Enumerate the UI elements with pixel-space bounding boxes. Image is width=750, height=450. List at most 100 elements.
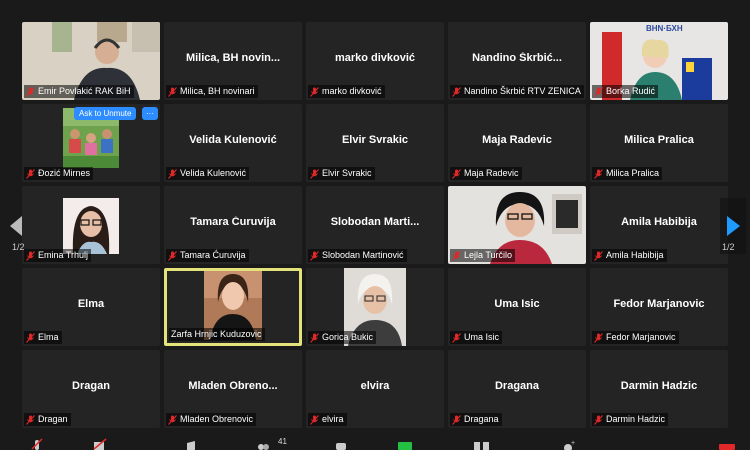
mic-muted-icon [168,414,177,425]
mute-icon[interactable] [30,438,44,450]
mic-muted-icon [26,414,35,425]
mic-muted-icon [168,86,177,97]
mic-muted-icon [26,168,35,179]
participant-tile-zarfa-hrnjic-kuduzovic[interactable]: Zarfa Hrnjic Kuduzovic [164,268,302,346]
participants-icon[interactable] [256,438,270,450]
participant-name-text: elvira [322,414,344,424]
mic-muted-icon [310,414,319,425]
participant-tile-velida-kulenovic[interactable]: Velida Kulenović Velida Kulenović [164,104,302,182]
mic-muted-icon [310,250,319,261]
mic-muted-icon [168,168,177,179]
participant-name-label: Milica, BH novinari [166,85,258,98]
participant-tile-elvir-svrakic[interactable]: Elvir Svrakic Elvir Svrakic [306,104,444,182]
participant-grid: Emir Povlakić RAK BiH Milica, BH novin...… [0,0,750,450]
svg-text:+: + [571,440,575,447]
leave-icon[interactable] [718,438,736,450]
participant-display-name: Dragana [494,380,540,392]
participant-tile-slobodan-martinovic[interactable]: Slobodan Marti... Slobodan Martinović [306,186,444,264]
participant-name-text: Mladen Obrenovic [180,414,254,424]
participant-tile-marko-divkovic[interactable]: marko divković marko divković [306,22,444,100]
mic-muted-icon [594,86,603,97]
participant-name-text: Velida Kulenović [180,168,247,178]
participant-name-text: Uma Isic [464,332,500,342]
participant-name-text: Dragana [464,414,499,424]
participant-name-label: Amila Habibija [592,249,667,262]
ask-to-unmute-button[interactable]: Ask to Unmute [74,107,137,120]
participant-display-name: Milica Pralica [624,134,694,146]
participant-name-text: Gorica Bukic [322,332,374,342]
participant-tile-borka-rudic[interactable]: BHN·БХН Borka Rudić [590,22,728,100]
participant-tile-maja-radevic[interactable]: Maja Radevic Maja Radevic [448,104,586,182]
chat-icon[interactable] [334,438,348,450]
mic-muted-icon [452,332,461,343]
svg-text:BHN·БХН: BHN·БХН [646,24,683,33]
participant-name-text: Elma [38,332,59,342]
participant-name-label: Tamara Ćuruvija [166,249,249,262]
participant-name-text: marko divković [322,86,382,96]
participant-display-name: Elma [77,298,105,310]
participant-display-name: Uma Isic [494,298,540,310]
mic-muted-icon [26,332,35,343]
participant-display-name: Amila Habibija [621,216,697,228]
participant-tile-elma[interactable]: Elma Elma [22,268,160,346]
participant-tile-fedor-marjanovic[interactable]: Fedor Marjanovic Fedor Marjanovic [590,268,728,346]
mic-muted-icon [594,332,603,343]
participant-tile-emina-trhulj[interactable]: Emina Trhulj [22,186,160,264]
participant-tile-lejla-turcilo[interactable]: Lejla Turčilo [448,186,586,264]
participant-name-text: Slobodan Martinović [322,250,404,260]
participant-name-text: Nandino Škrbić RTV ZENICA [464,86,581,96]
security-icon[interactable] [184,438,198,450]
participant-name-label: Borka Rudić [592,85,659,98]
mic-muted-icon [310,168,319,179]
participant-tile-elvira[interactable]: elvira elvira [306,350,444,428]
participant-name-label: Đozić Mirnes [24,167,94,180]
participant-tile-nandino-skrbic-rtv-zenica[interactable]: Nandino Škrbić... Nandino Škrbić RTV ZENI… [448,22,586,100]
participant-name-label: Mladen Obrenovic [166,413,257,426]
participant-tile-uma-isic[interactable]: Uma Isic Uma Isic [448,268,586,346]
more-options-button[interactable]: ··· [142,107,158,120]
mic-muted-icon [168,250,177,261]
participant-tile-amila-habibija[interactable]: Amila Habibija Amila Habibija [590,186,728,264]
participant-name-text: Milica Pralica [606,168,660,178]
record-icon[interactable] [472,438,492,450]
left-page-number: 1/2 [12,242,25,252]
participant-tile-mladen-obrenovic[interactable]: Mladen Obreno... Mladen Obrenovic [164,350,302,428]
participant-name-label: Velida Kulenović [166,167,250,180]
participant-name-label: Maja Radevic [450,167,522,180]
participant-name-label: Milica Pralica [592,167,663,180]
participant-name-label: elvira [308,413,347,426]
participant-name-label: Uma Isic [450,331,503,344]
participant-name-label: Elvir Svrakic [308,167,375,180]
participant-name-text: Emina Trhulj [38,250,89,260]
participant-name-label: Dragana [450,413,502,426]
participant-name-label: marko divković [308,85,385,98]
participant-tile-dragan[interactable]: Dragan Dragan [22,350,160,428]
participant-name-text: Elvir Svrakic [322,168,372,178]
participant-tile-milica-pralica[interactable]: Milica Pralica Milica Pralica [590,104,728,182]
participant-tile-gorica-bukic[interactable]: Gorica Bukic [306,268,444,346]
stop-video-icon[interactable] [92,438,108,450]
participant-name-label: Fedor Marjanovic [592,331,679,344]
mic-muted-icon [310,86,319,97]
mic-muted-icon [452,86,461,97]
reactions-icon[interactable]: + [562,438,576,450]
participant-display-name: Mladen Obreno... [188,380,278,392]
participant-tile-milica-bh-novinari[interactable]: Milica, BH novin... Milica, BH novinari [164,22,302,100]
share-screen-icon[interactable] [397,438,413,450]
participant-name-label: Emina Trhulj [24,249,92,262]
participant-tile-emir-povlakic-rak-bih[interactable]: Emir Povlakić RAK BiH [22,22,160,100]
participant-name-text: Fedor Marjanovic [606,332,676,342]
participant-display-name: Tamara Ćuruvija [190,216,276,228]
participant-name-text: Lejla Turčilo [464,250,513,260]
participant-display-name: Slobodan Marti... [330,216,420,228]
mic-muted-icon [594,414,603,425]
mic-muted-icon [310,332,319,343]
participant-tile-darmin-hadzic[interactable]: Darmin Hadzic Darmin Hadzic [590,350,728,428]
participant-display-name: Velida Kulenović [189,134,277,146]
mic-muted-icon [26,86,35,97]
participant-tile-tamara-curuvija[interactable]: Tamara Ćuruvija Tamara Ćuruvija [164,186,302,264]
participant-tile-dragana[interactable]: Dragana Dragana [448,350,586,428]
participant-name-label: Zarfa Hrnjic Kuduzovic [169,328,265,341]
participant-name-text: Amila Habibija [606,250,664,260]
participant-display-name: Milica, BH novin... [185,52,281,64]
